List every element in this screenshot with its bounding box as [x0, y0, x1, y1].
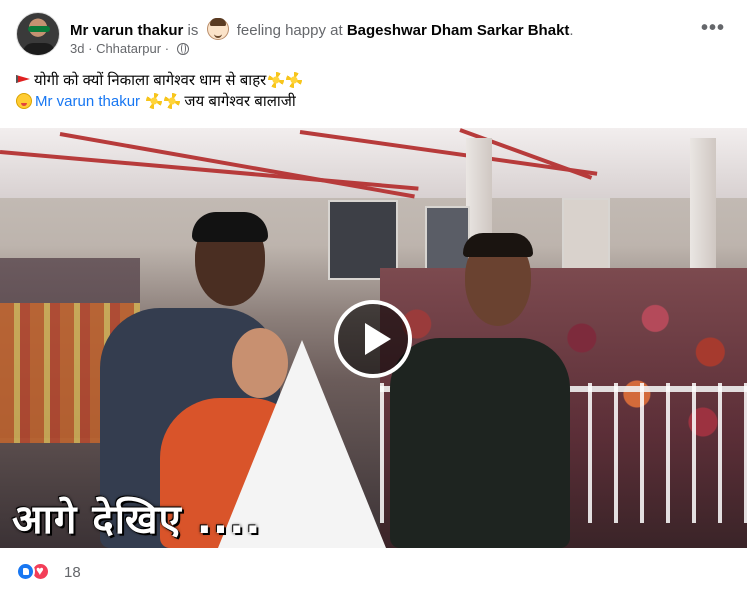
author-mention-link[interactable]: Mr varun thakur: [35, 93, 140, 110]
sparkle-icon: [146, 93, 163, 109]
meta-separator: ·: [88, 41, 93, 56]
author-name[interactable]: Mr varun thakur: [70, 22, 183, 39]
stage-banner: [562, 198, 610, 278]
like-icon[interactable]: [16, 562, 35, 581]
post-header: Mr varun thakur is feeling happy at Bage…: [14, 10, 733, 60]
wink-face-icon: [16, 93, 32, 109]
more-options-button[interactable]: •••: [697, 18, 729, 44]
video-overlay-caption: आगे देखिए ....: [12, 497, 262, 543]
headline-period: .: [569, 22, 574, 39]
globe-icon: [176, 43, 189, 55]
person-hair: [463, 233, 533, 257]
sparkle-icon: [286, 72, 303, 88]
post-meta: 3d · Chhatarpur ·: [70, 41, 189, 56]
post-headline: Mr varun thakur is feeling happy at Bage…: [70, 18, 574, 41]
post-text-line-2: Mr varun thakur जय बागेश्वर बालाजी: [16, 91, 731, 112]
facebook-post: Mr varun thakur is feeling happy at Bage…: [0, 0, 747, 594]
post-time-link[interactable]: 3d: [70, 41, 84, 56]
post-text-line-2-text: जय बागेश्वर बालाजी: [184, 93, 296, 110]
person-hair: [192, 212, 268, 242]
post-text: योगी को क्यों निकाला बागेश्वर धाम से बाह…: [16, 70, 731, 112]
reaction-count[interactable]: 18: [64, 564, 81, 581]
meta-separator-2: ·: [164, 41, 170, 56]
sunglasses-decoration: [28, 26, 50, 32]
is-word: is: [187, 22, 199, 39]
post-text-line-1-text: योगी को क्यों निकाला बागेश्वर धाम से बाह…: [34, 72, 267, 89]
author-avatar[interactable]: [16, 12, 60, 56]
post-text-line-1: योगी को क्यों निकाला बागेश्वर धाम से बाह…: [16, 70, 731, 91]
happy-face-icon: [206, 18, 229, 40]
stage-banner: [425, 206, 470, 276]
location-link[interactable]: Chhatarpur: [96, 41, 161, 56]
sparkle-icon: [164, 93, 181, 109]
checkin-place-link[interactable]: Bageshwar Dham Sarkar Bhakt: [347, 22, 570, 39]
person-head: [232, 328, 288, 398]
video-player[interactable]: आगे देखिए ....: [0, 128, 747, 548]
red-flag-icon: [16, 75, 30, 83]
person-dark-shirt: [390, 338, 570, 548]
play-icon[interactable]: [334, 300, 412, 378]
shirt-decoration: [23, 43, 55, 55]
feeling-text: feeling happy at: [236, 22, 343, 39]
sparkle-icon: [268, 72, 285, 88]
